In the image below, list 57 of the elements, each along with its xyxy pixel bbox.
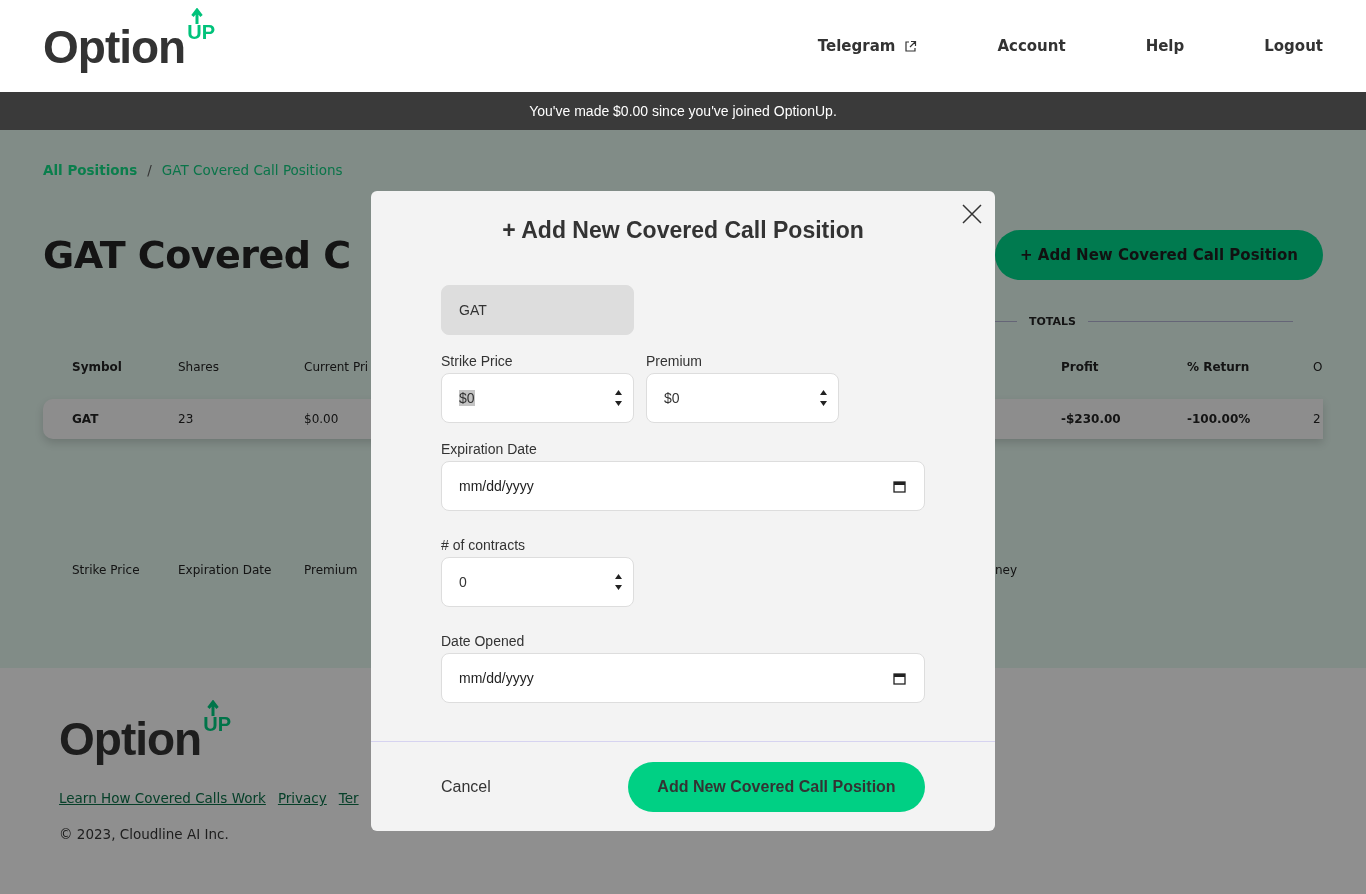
field-value: GAT bbox=[459, 302, 487, 318]
breadcrumb-separator: / bbox=[147, 162, 152, 178]
field-label: Premium bbox=[646, 353, 703, 369]
cancel-link[interactable]: Cancel bbox=[441, 777, 491, 796]
copyright-text: © 2023, Cloudline AI Inc. bbox=[59, 826, 230, 842]
logo-superscript: UP bbox=[203, 714, 231, 734]
nav-link[interactable]: Logout bbox=[1264, 37, 1323, 55]
column-header: ney bbox=[995, 563, 1018, 577]
table-cell-text: 2 bbox=[1313, 412, 1322, 426]
date-field[interactable]: mm/dd/yyyy bbox=[441, 653, 925, 703]
table-cell-text: GAT bbox=[72, 412, 100, 426]
nav-link[interactable]: Telegram bbox=[817, 37, 918, 55]
close-icon[interactable] bbox=[962, 204, 982, 224]
calendar-icon[interactable] bbox=[893, 671, 906, 685]
arrow-icon bbox=[207, 700, 220, 716]
page-title: GAT Covered C bbox=[43, 233, 351, 277]
field-label: Expiration Date bbox=[441, 441, 538, 457]
calendar-icon[interactable] bbox=[893, 479, 906, 493]
nav-link[interactable]: Help bbox=[1145, 37, 1185, 55]
column-header: Premium bbox=[304, 563, 359, 577]
totals-label: TOTALS bbox=[1029, 314, 1076, 328]
nav-link[interactable]: Account bbox=[997, 37, 1066, 55]
submit-button[interactable]: Add New Covered Call Position bbox=[628, 761, 925, 812]
earnings-banner: You've made $0.00 since you've joined OptionUp. bbox=[0, 92, 1366, 130]
column-header: Profit bbox=[1061, 360, 1100, 374]
field-label: Strike Price bbox=[441, 353, 514, 369]
arrow-icon bbox=[191, 8, 204, 24]
table-cell-text: $0.00 bbox=[304, 412, 340, 426]
column-header: % Return bbox=[1187, 360, 1251, 374]
table-cell-text: -100.00% bbox=[1187, 412, 1252, 426]
number-field[interactable]: $0 bbox=[646, 373, 839, 423]
footer-link[interactable]: Privacy bbox=[277, 790, 327, 806]
field-label: # of contracts bbox=[441, 537, 527, 553]
external-link-icon bbox=[904, 39, 918, 53]
column-header: Strike Price bbox=[72, 563, 141, 577]
selected-text: $0 bbox=[459, 390, 475, 406]
column-header: Shares bbox=[178, 360, 220, 374]
table-cell-text: 23 bbox=[178, 412, 195, 426]
column-header: Current Pri bbox=[304, 360, 370, 374]
footer-link[interactable]: Ter bbox=[338, 790, 359, 806]
number-field[interactable]: 0 bbox=[441, 557, 634, 607]
footer-link[interactable]: Learn How Covered Calls Work bbox=[59, 790, 266, 806]
spinner-icon[interactable] bbox=[819, 389, 828, 407]
column-header: Symbol bbox=[72, 360, 123, 374]
field-value: 0 bbox=[459, 574, 467, 590]
column-header: Expiration Date bbox=[178, 563, 273, 577]
spinner-icon[interactable] bbox=[614, 389, 623, 407]
number-field[interactable]: $0 bbox=[441, 373, 634, 423]
date-field[interactable]: mm/dd/yyyy bbox=[441, 461, 925, 511]
spinner-icon[interactable] bbox=[614, 573, 623, 591]
add-position-button[interactable]: + Add New Covered Call Position bbox=[995, 230, 1323, 280]
column-header: O bbox=[1313, 360, 1323, 374]
field-label: Date Opened bbox=[441, 633, 526, 649]
modal-title: + Add New Covered Call Position bbox=[501, 217, 865, 244]
field-value: $0 bbox=[664, 390, 680, 406]
table-cell-text: -$230.00 bbox=[1061, 412, 1122, 426]
logo-superscript: UP bbox=[187, 22, 215, 42]
